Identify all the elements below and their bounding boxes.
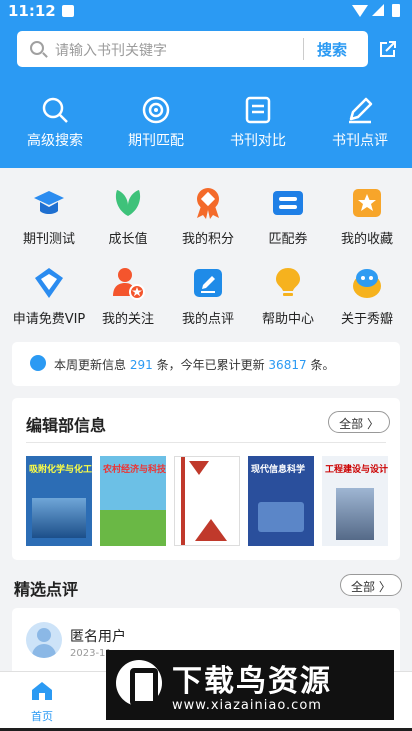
nav-label: 高级搜索	[27, 133, 83, 149]
nav-label: 书刊对比	[230, 133, 286, 149]
medal-icon	[191, 186, 225, 220]
search-bar[interactable]: 请输入书刊关键字 搜索	[17, 31, 368, 67]
tab-home[interactable]: 首页	[12, 680, 72, 724]
vip-diamond-icon	[32, 266, 66, 300]
search-button[interactable]: 搜索	[317, 39, 347, 60]
search-divider	[303, 38, 304, 60]
search-input[interactable]: 请输入书刊关键字	[55, 40, 167, 60]
feature-about[interactable]: 关于秀瓣	[327, 266, 407, 327]
week-count: 291	[129, 358, 153, 372]
nav-journal-match[interactable]: 期刊匹配	[111, 96, 201, 150]
feature-label: 期刊测试	[22, 232, 75, 247]
nav-label: 书刊点评	[332, 133, 388, 149]
leaf-icon	[111, 186, 145, 220]
feature-label: 我的点评	[181, 312, 234, 327]
feature-journal-test[interactable]: 期刊测试	[9, 186, 89, 247]
mascot-icon	[350, 266, 384, 300]
edit-box-icon	[191, 266, 225, 300]
journal-cover[interactable]: 工程建设与设计	[322, 456, 388, 546]
top-navigation: 高级搜索 期刊匹配 书刊对比 书刊点评	[0, 96, 412, 160]
document-icon	[245, 96, 271, 124]
update-notice: 本周更新信息 291 条，今年已累计更新 36817 条。	[12, 342, 400, 386]
speaker-icon	[30, 355, 46, 371]
feature-label: 我的收藏	[340, 232, 393, 247]
year-count: 36817	[268, 358, 307, 372]
notice-text: 本周更新信息 291 条，今年已累计更新 36817 条。	[54, 358, 335, 372]
search-icon	[30, 41, 44, 55]
wifi-icon	[352, 5, 368, 17]
nav-compare[interactable]: 书刊对比	[213, 96, 303, 150]
lightbulb-icon	[271, 266, 305, 300]
feature-favorites[interactable]: 我的收藏	[327, 186, 407, 247]
section-title: 精选点评	[14, 580, 79, 599]
journal-cover[interactable]: 吸附化学与化工	[26, 456, 92, 546]
section-title: 编辑部信息	[26, 416, 107, 435]
tab-label: 首页	[31, 710, 53, 723]
nav-review[interactable]: 书刊点评	[315, 96, 405, 150]
battery-icon	[392, 4, 400, 17]
feature-points[interactable]: 我的积分	[168, 186, 248, 247]
star-box-icon	[350, 186, 384, 220]
journal-cover[interactable]: 农村经济与科技	[100, 456, 166, 546]
search-icon	[42, 97, 68, 123]
signal-icon	[372, 4, 384, 16]
feature-label: 关于秀瓣	[340, 312, 393, 327]
divider	[26, 442, 386, 443]
feature-free-vip[interactable]: 申请免费VIP	[9, 266, 89, 327]
watermark-url: www.xiazainiao.com	[172, 698, 322, 713]
feature-help[interactable]: 帮助中心	[248, 266, 328, 327]
editorial-all-button[interactable]: 全部 〉	[328, 411, 390, 433]
pencil-icon	[349, 97, 373, 124]
journal-cover[interactable]	[174, 456, 240, 546]
picks-all-button[interactable]: 全部 〉	[340, 574, 402, 596]
feature-label: 匹配券	[268, 232, 308, 247]
user-star-icon	[111, 266, 145, 300]
watermark-logo-icon	[116, 660, 162, 706]
feature-my-reviews[interactable]: 我的点评	[168, 266, 248, 327]
feature-label: 申请免费VIP	[12, 312, 86, 327]
review-user-name: 匿名用户	[70, 629, 126, 645]
editorial-section: 编辑部信息 全部 〉 吸附化学与化工 农村经济与科技 现代信息科学 工程建设与设…	[12, 398, 400, 560]
notification-icon	[62, 5, 74, 17]
graduation-cap-icon	[32, 186, 66, 220]
ticket-icon	[271, 186, 305, 220]
journal-cover[interactable]: 现代信息科学	[248, 456, 314, 546]
avatar	[26, 622, 62, 658]
feature-following[interactable]: 我的关注	[88, 266, 168, 327]
watermark-title: 下载鸟资源	[172, 664, 332, 699]
nav-label: 期刊匹配	[128, 133, 184, 149]
watermark-banner: 下载鸟资源 www.xiazainiao.com	[106, 650, 394, 720]
status-bar: 11:12	[0, 0, 412, 24]
feature-label: 成长值	[108, 232, 148, 247]
share-icon[interactable]	[378, 39, 398, 59]
feature-label: 我的积分	[181, 232, 234, 247]
feature-grid: 期刊测试 成长值 我的积分 匹配券 我的收藏 申请免费VIP 我的关注 我的点评…	[0, 178, 412, 334]
nav-advanced-search[interactable]: 高级搜索	[10, 96, 100, 150]
feature-voucher[interactable]: 匹配券	[248, 186, 328, 247]
feature-growth[interactable]: 成长值	[88, 186, 168, 247]
feature-label: 帮助中心	[261, 312, 314, 327]
status-time: 11:12	[8, 2, 56, 20]
home-icon	[32, 682, 52, 700]
feature-label: 我的关注	[101, 312, 154, 327]
target-icon	[142, 96, 170, 124]
